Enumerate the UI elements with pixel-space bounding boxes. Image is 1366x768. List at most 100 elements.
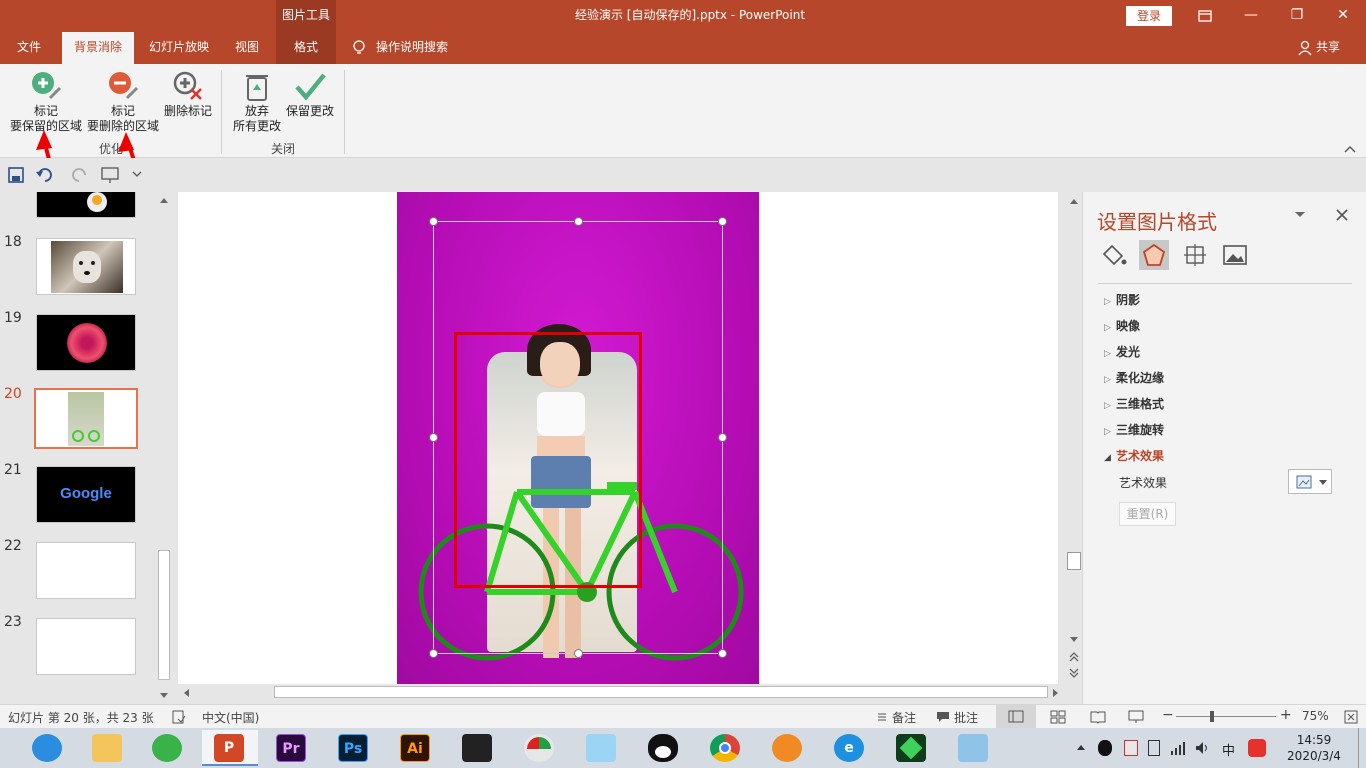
- tab-format[interactable]: 格式: [276, 32, 336, 64]
- fill-line-tab[interactable]: [1098, 240, 1128, 270]
- taskbar-file-explorer[interactable]: [80, 730, 136, 766]
- scroll-up-icon[interactable]: [1069, 197, 1079, 205]
- taskbar-qq[interactable]: [636, 730, 692, 766]
- taskbar-premiere[interactable]: Pr: [264, 730, 320, 766]
- thumbnail-scroll-thumb[interactable]: [158, 550, 170, 680]
- tray-battery-icon[interactable]: [1148, 740, 1160, 756]
- taskbar-clock[interactable]: 14:59 2020/3/4: [1284, 732, 1344, 764]
- tab-view[interactable]: 视图: [224, 32, 270, 64]
- section-glow[interactable]: ▷ 发光: [1104, 343, 1140, 360]
- slideshow-view-icon[interactable]: [1128, 710, 1144, 724]
- slide-thumbnail-21[interactable]: Google: [36, 466, 136, 523]
- taskbar-photoshop[interactable]: Ps: [326, 730, 382, 766]
- zoom-out-button[interactable]: −: [1162, 707, 1174, 723]
- section-soft-edges[interactable]: ▷ 柔化边缘: [1104, 369, 1164, 386]
- fit-slide-icon[interactable]: [1344, 710, 1358, 724]
- section-shadow[interactable]: ▷ 阴影: [1104, 291, 1140, 308]
- slide-canvas[interactable]: [178, 192, 1058, 684]
- notes-button[interactable]: 备注: [892, 709, 916, 726]
- ribbon-display-options-button[interactable]: [1182, 0, 1228, 32]
- close-pane-icon[interactable]: [1336, 209, 1348, 221]
- slide-thumbnail-22[interactable]: [36, 542, 136, 599]
- resize-handle[interactable]: [429, 217, 438, 226]
- tab-file[interactable]: 文件: [6, 32, 52, 64]
- share-button[interactable]: 共享: [1296, 32, 1356, 64]
- reading-view-icon[interactable]: [1090, 710, 1106, 724]
- resize-handle[interactable]: [574, 649, 583, 658]
- horizontal-scroll-thumb[interactable]: [274, 686, 1048, 698]
- section-artistic-effects[interactable]: ◢ 艺术效果: [1104, 447, 1164, 464]
- spelling-check-icon[interactable]: [172, 710, 186, 724]
- horizontal-scrollbar[interactable]: [178, 684, 1062, 700]
- slide-thumbnail-18[interactable]: [36, 238, 136, 295]
- zoom-slider-thumb[interactable]: [1210, 711, 1214, 722]
- size-properties-tab[interactable]: [1180, 240, 1210, 270]
- tray-qq-icon[interactable]: [1098, 740, 1112, 756]
- resize-handle[interactable]: [574, 217, 583, 226]
- taskbar-wechat[interactable]: [140, 730, 196, 766]
- resize-handle[interactable]: [718, 433, 727, 442]
- scroll-down-icon[interactable]: [159, 692, 169, 700]
- slide-thumbnail-17[interactable]: [36, 192, 136, 218]
- collapse-ribbon-button[interactable]: [1344, 142, 1358, 154]
- vertical-scrollbar[interactable]: [1066, 192, 1082, 684]
- section-reflection[interactable]: ▷ 映像: [1104, 317, 1140, 334]
- delete-mark-button[interactable]: 删除标记: [162, 70, 214, 119]
- close-window-button[interactable]: ✕: [1320, 0, 1366, 32]
- resize-handle[interactable]: [429, 433, 438, 442]
- slide-sorter-icon[interactable]: [1050, 710, 1066, 724]
- comments-button[interactable]: 批注: [954, 709, 978, 726]
- customize-qat-icon[interactable]: [132, 170, 142, 178]
- vertical-scroll-thumb[interactable]: [1067, 552, 1081, 570]
- taskbar-video-app[interactable]: [450, 730, 506, 766]
- discard-all-changes-button[interactable]: 放弃 所有更改: [228, 70, 286, 134]
- tell-me-search[interactable]: 操作说明搜索: [350, 32, 460, 64]
- tab-slideshow[interactable]: 幻灯片放映: [140, 32, 218, 64]
- reset-button[interactable]: 重置(R): [1119, 502, 1176, 526]
- start-from-beginning-icon[interactable]: [100, 166, 120, 184]
- effects-tab[interactable]: [1139, 240, 1169, 270]
- resize-handle[interactable]: [718, 217, 727, 226]
- picture-tab[interactable]: [1220, 240, 1250, 270]
- tray-volume-icon[interactable]: [1194, 740, 1210, 756]
- save-icon[interactable]: [8, 167, 24, 183]
- zoom-slider[interactable]: [1176, 716, 1276, 717]
- taskbar-ie[interactable]: e: [822, 730, 878, 766]
- section-3d-format[interactable]: ▷ 三维格式: [1104, 395, 1164, 412]
- pane-options-chevron-icon[interactable]: [1294, 211, 1306, 219]
- scroll-down-icon[interactable]: [1069, 636, 1079, 644]
- thumbnail-scrollbar[interactable]: [156, 192, 172, 704]
- resize-handle[interactable]: [718, 649, 727, 658]
- taskbar-notes-app[interactable]: [946, 730, 1002, 766]
- slide-thumbnail-19[interactable]: [36, 314, 136, 371]
- taskbar-chrome[interactable]: [698, 730, 754, 766]
- scroll-left-icon[interactable]: [182, 688, 190, 698]
- section-3d-rotation[interactable]: ▷ 三维旋转: [1104, 421, 1164, 438]
- keep-changes-button[interactable]: 保留更改: [284, 70, 336, 119]
- slide-thumbnail-23[interactable]: [36, 618, 136, 675]
- tray-overflow-icon[interactable]: [1076, 743, 1086, 751]
- scroll-up-icon[interactable]: [159, 196, 169, 204]
- language-indicator[interactable]: 中文(中国): [202, 709, 259, 726]
- tray-sogou-icon[interactable]: [1248, 739, 1266, 757]
- taskbar-umbrella-app[interactable]: [512, 730, 568, 766]
- taskbar-powerpoint[interactable]: P: [202, 730, 258, 766]
- taskbar-illustrator[interactable]: Ai: [388, 730, 444, 766]
- undo-icon[interactable]: [36, 167, 60, 183]
- taskbar-cat-app[interactable]: [574, 730, 630, 766]
- tray-security-icon[interactable]: [1124, 740, 1138, 756]
- minimize-button[interactable]: —: [1228, 0, 1274, 32]
- resize-handle[interactable]: [429, 649, 438, 658]
- tray-ime-indicator[interactable]: 中: [1222, 740, 1235, 759]
- scroll-right-icon[interactable]: [1052, 688, 1060, 698]
- login-button[interactable]: 登录: [1126, 6, 1172, 26]
- tab-background-removal[interactable]: 背景消除: [62, 32, 134, 64]
- taskbar-thunder[interactable]: [760, 730, 816, 766]
- previous-slide-icon[interactable]: [1069, 652, 1079, 662]
- zoom-in-button[interactable]: +: [1280, 707, 1292, 723]
- redo-icon[interactable]: [72, 167, 88, 183]
- taskbar-browser-app[interactable]: [20, 730, 76, 766]
- artistic-effects-dropdown[interactable]: [1288, 469, 1332, 494]
- maximize-button[interactable]: ❐: [1274, 0, 1320, 32]
- slide-thumbnail-20[interactable]: [34, 388, 138, 449]
